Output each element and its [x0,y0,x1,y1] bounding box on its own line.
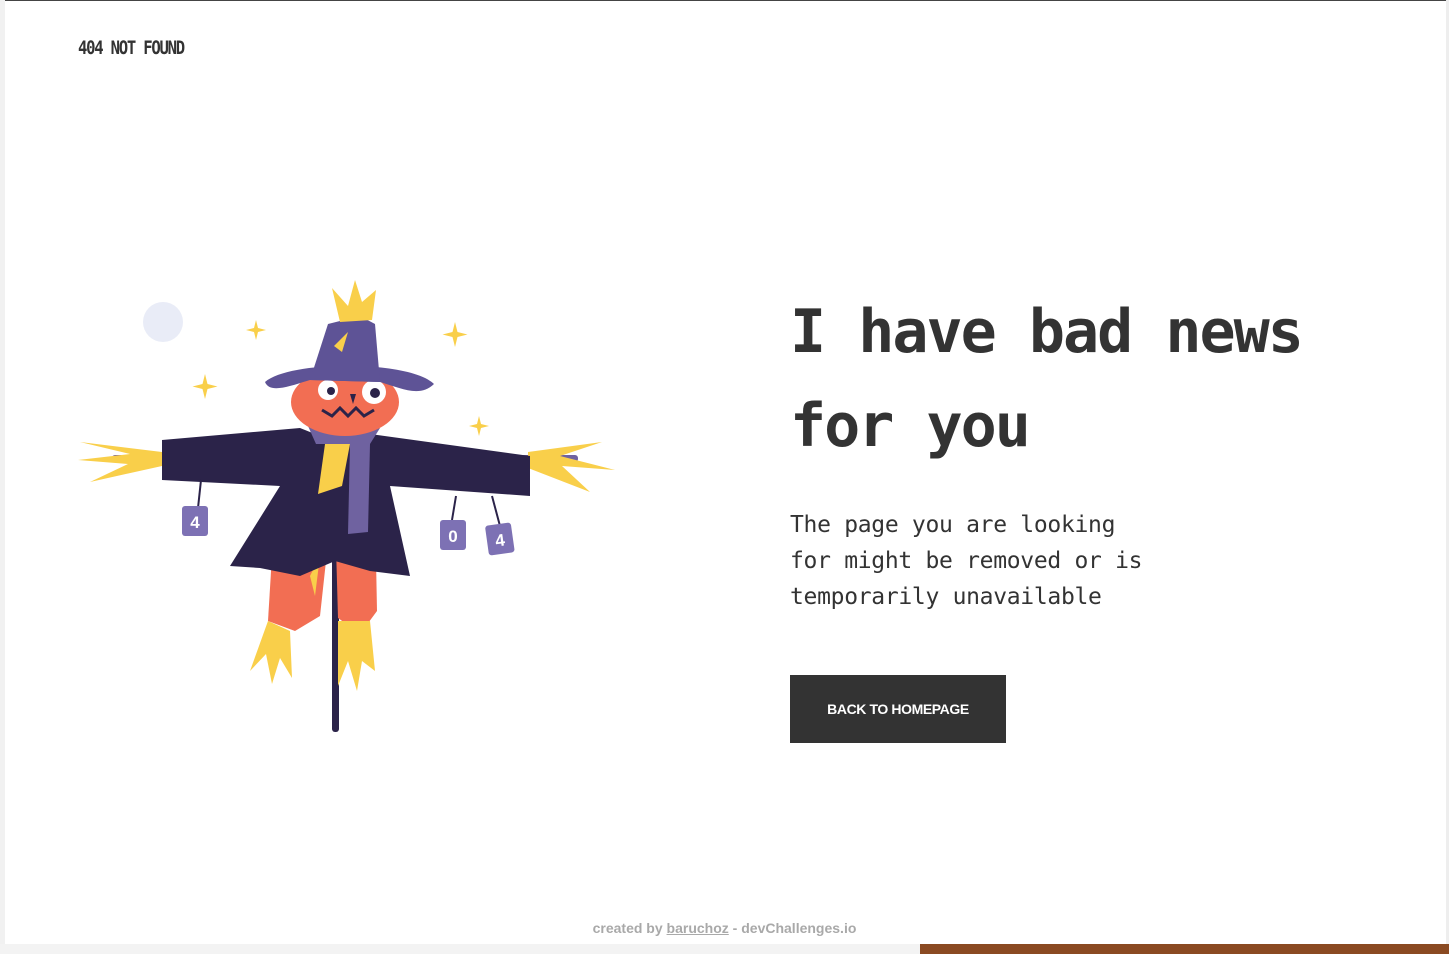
bottom-edge [0,944,920,954]
back-to-homepage-button[interactable]: BACK TO HOMEPAGE [790,675,1006,743]
headline-line-2: for you [790,391,1031,461]
top-border [0,0,1449,1]
can-icon: 0 [440,520,466,550]
author-link[interactable]: baruchoz [667,920,729,936]
svg-text:0: 0 [448,527,457,546]
headline: I have bad news for you [790,285,1400,473]
can-icon: 4 [182,506,208,536]
svg-text:4: 4 [190,513,200,532]
footer-site: devChallenges.io [741,920,857,936]
footer-prefix: created by [592,920,663,936]
site-logo[interactable]: 404 NOT FOUND [78,37,185,59]
moon-icon [143,302,183,342]
left-edge [0,0,5,944]
footer: created by baruchoz - devChallenges.io [0,920,1449,936]
bottom-accent-bar [920,944,1449,954]
main-content: I have bad news for you The page you are… [790,285,1410,615]
footer-separator: - [732,920,738,936]
description-line-1: The page you are looking [790,512,1116,538]
description-line-2: for might be removed or is [790,548,1143,574]
can-icon: 4 [485,522,515,556]
description-line-3: temporarily unavailable [790,584,1102,610]
description: The page you are looking for might be re… [790,507,1170,615]
headline-line-1: I have bad news [790,297,1304,367]
scarecrow-illustration: 4 0 4 [70,276,630,746]
